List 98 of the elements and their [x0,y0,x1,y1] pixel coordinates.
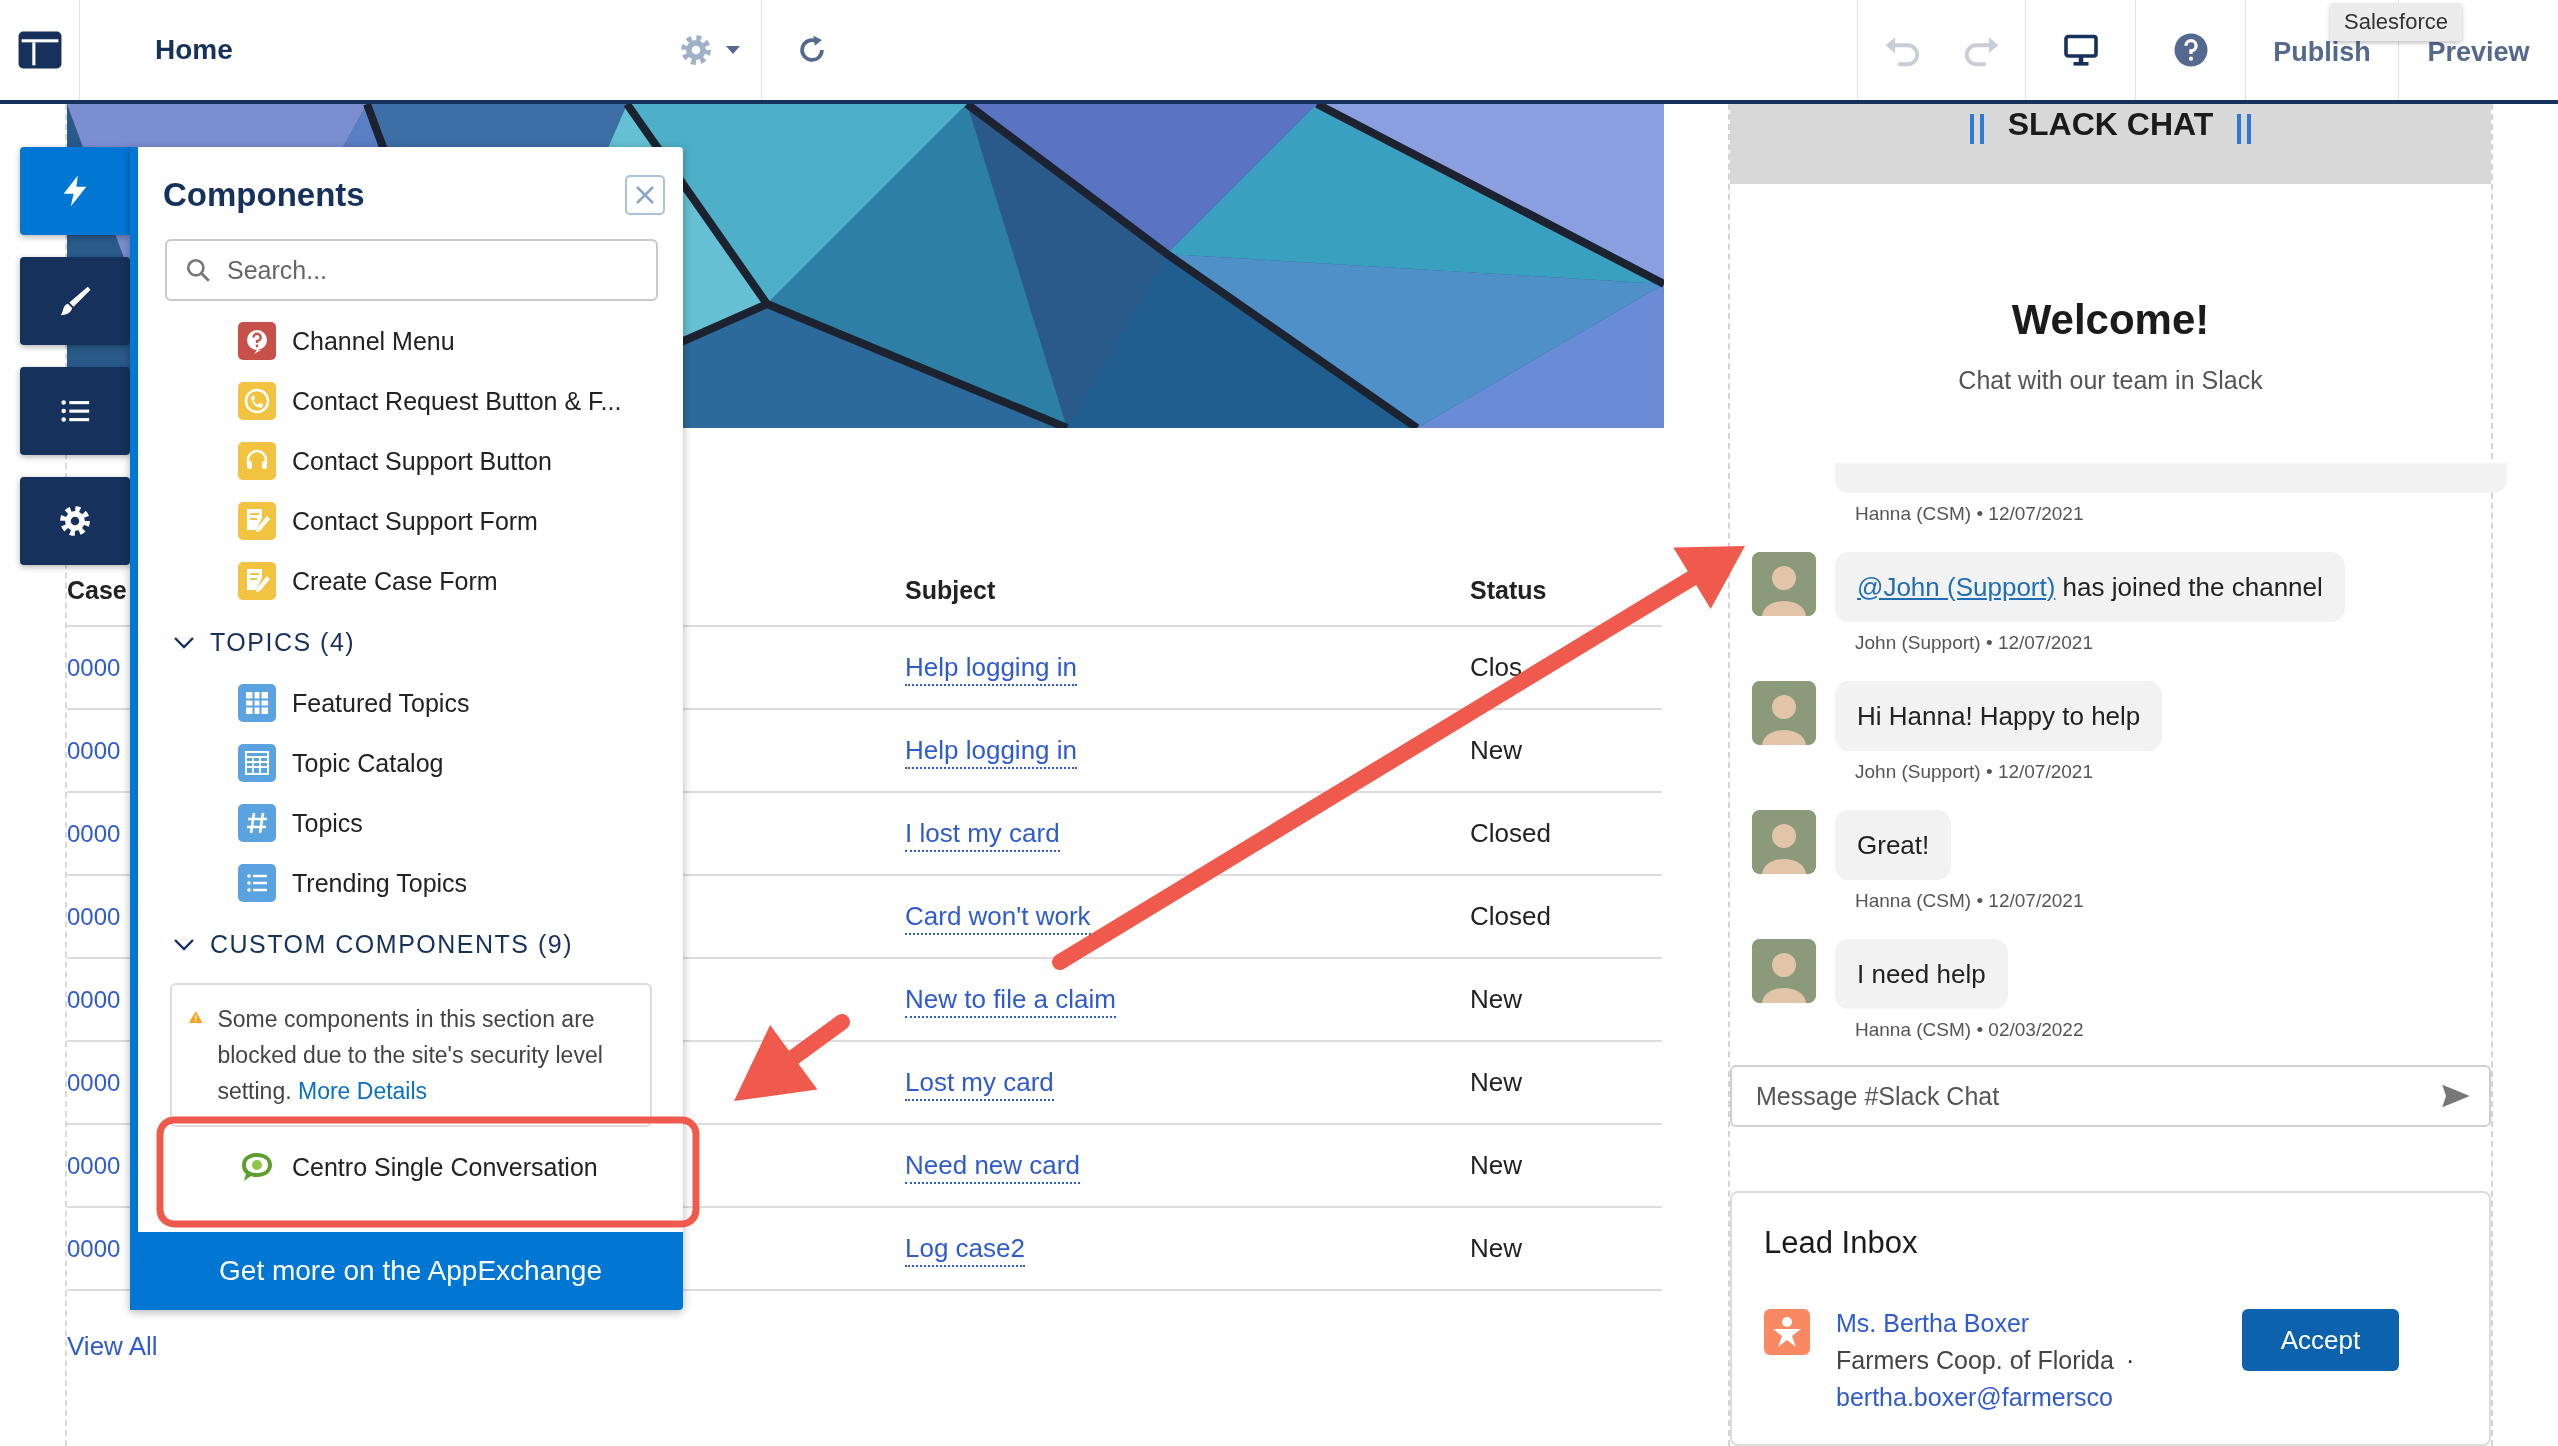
close-icon [634,184,656,206]
avatar [1752,939,1816,1003]
search-field[interactable]: Search... [165,239,658,301]
form-icon [238,502,276,540]
card-title: Lead Inbox [1764,1225,1919,1261]
lead-icon [1764,1309,1810,1355]
status-text: New [1470,1150,1522,1181]
page-title: Home [155,34,234,66]
message-text: Great! [1857,829,1930,861]
mention-link[interactable]: @John (Support) [1857,571,2056,602]
case-number-link[interactable]: 0000 [67,736,121,765]
bars-icon [1969,114,1984,144]
bars-icon [2237,114,2252,144]
hash-icon [238,804,276,842]
section-header[interactable]: CUSTOM COMPONENTS (9) [138,913,683,975]
status-text: Clos [1470,652,1522,683]
desktop-icon[interactable] [2062,33,2099,67]
section-header[interactable]: TOPICS (4) [138,611,683,673]
grid-icon [238,684,276,722]
welcome-subtitle: Chat with our team in Slack [1958,366,2263,395]
case-number-link[interactable]: 0000 [67,1151,121,1180]
form-icon [238,562,276,600]
lead-name-link[interactable]: Ms. Bertha Boxer [1836,1309,2196,1338]
status-text: Closed [1470,901,1551,932]
component-item[interactable]: Contact Request Button & F... [138,371,683,431]
status-text: New [1470,984,1522,1015]
appexchange-button[interactable]: Get more on the AppExchange [138,1232,683,1310]
layout-icon[interactable] [16,30,63,70]
search-icon [185,257,211,283]
message-meta: Hanna (CSM) • 12/07/2021 [1855,890,2085,912]
case-number-link[interactable]: 0000 [67,902,121,931]
subject-link[interactable]: Lost my card [905,1067,1054,1101]
headset-icon [238,442,276,480]
panel-title: Components [163,176,365,214]
status-text: New [1470,735,1522,766]
accept-button[interactable]: Accept [2242,1309,2399,1371]
component-item[interactable]: Contact Support Form [138,491,683,551]
message-text: I need help [1857,958,1986,990]
status-text: Closed [1470,818,1551,849]
section-title: TOPICS (4) [210,627,356,657]
subject-link[interactable]: Help logging in [905,735,1077,769]
case-number-link[interactable]: 0000 [67,985,121,1014]
chat-title: SLACK CHAT [2007,106,2214,143]
email-link[interactable]: bertha.boxer@farmersco [1836,1383,2196,1412]
avatar [1752,552,1816,616]
list-tab[interactable] [20,367,130,455]
status-text: New [1470,1233,1522,1264]
column-header: Subject [905,575,996,605]
component-item[interactable]: Centro Single Conversation [138,1137,683,1197]
subject-link[interactable]: Need new card [905,1150,1080,1184]
phone-icon [238,382,276,420]
question-icon [238,322,276,360]
subject-link[interactable]: I lost my card [905,818,1060,852]
subject-link[interactable]: Log case2 [905,1233,1025,1267]
avatar [1752,681,1816,745]
welcome-heading: Welcome! [2011,296,2210,344]
view-all-link[interactable]: View All [67,1331,158,1362]
component-item[interactable]: Create Case Form [138,551,683,611]
case-number-link[interactable]: 0000 [67,653,121,682]
component-item[interactable]: Contact Support Button [138,431,683,491]
component-item[interactable]: Trending Topics [138,853,683,913]
case-number-link[interactable]: 0000 [67,819,121,848]
status-text: New [1470,1067,1522,1098]
more-details-link[interactable]: More Details [298,1078,428,1104]
message-text: @John (Support) has joined the channel [1857,571,2323,603]
message-meta: Hanna (CSM) • 02/03/2022 [1855,1019,2085,1041]
section-title: CUSTOM COMPONENTS (9) [210,929,573,959]
component-item[interactable]: Featured Topics [138,673,683,733]
company-text: Farmers Coop. of Florida [1836,1346,2114,1375]
list-icon [238,864,276,902]
message-meta: John (Support) • 12/07/2021 [1855,761,2094,783]
case-number-link[interactable]: 0000 [67,1234,121,1263]
send-icon[interactable] [2441,1083,2471,1109]
bolt-tab[interactable] [20,147,130,235]
table-icon [238,744,276,782]
component-item[interactable]: Topics [138,793,683,853]
warning-text: Some components in this section are blocked due to the site's security level setting. More Details [217,1005,604,1106]
subject-link[interactable]: Help logging in [905,652,1077,686]
tooltip: Salesforce [2330,3,2462,41]
subject-link[interactable]: New to file a claim [905,984,1116,1018]
message-meta: John (Support) • 12/07/2021 [1855,632,2094,654]
message-field[interactable]: Message #Slack Chat [1730,1065,2491,1127]
brush-icon [58,284,92,318]
component-item[interactable]: Topic Catalog [138,733,683,793]
gear-tab[interactable] [20,477,130,565]
separator-dot: · [2125,1346,2135,1375]
case-number-link[interactable]: 0000 [67,1068,121,1097]
avatar [1752,810,1816,874]
help-icon[interactable] [2172,32,2209,68]
column-header: Case [67,575,127,605]
column-header: Status [1470,575,1547,605]
brush-tab[interactable] [20,257,130,345]
settings-icon [58,504,92,538]
subject-link[interactable]: Card won't work [905,901,1091,935]
component-item[interactable]: Channel Menu [138,311,683,371]
message-text: Hi Hanna! Happy to help [1857,700,2141,732]
caret-icon[interactable] [725,45,741,55]
message-meta: Hanna (CSM) • 12/07/2021 [1855,503,2085,525]
